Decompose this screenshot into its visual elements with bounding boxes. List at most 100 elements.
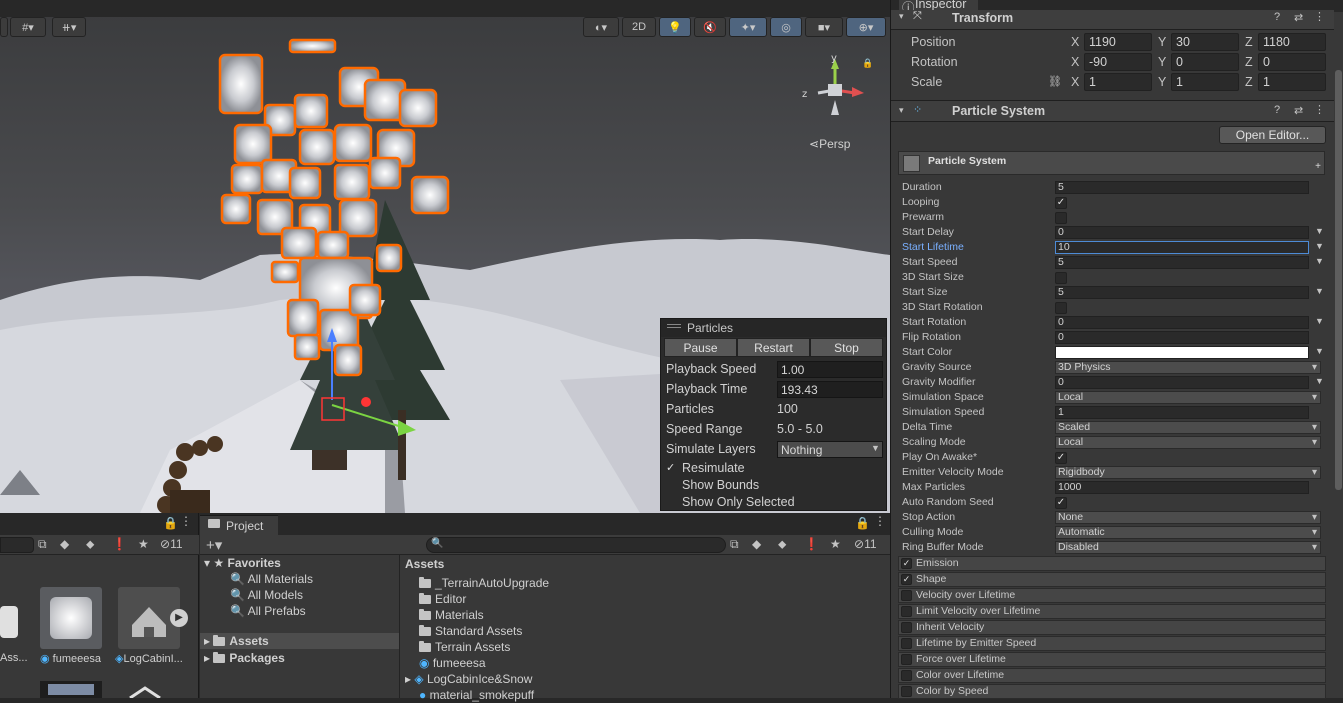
audio-toggle-button[interactable]: 🔇 <box>694 17 726 37</box>
favorite-item[interactable]: 🔍 All Models <box>230 587 303 603</box>
module-checkbox[interactable]: ✓ <box>901 574 912 585</box>
chevron-down-icon[interactable]: ▼ <box>1315 241 1324 251</box>
effects-toggle-button[interactable]: ✦▾ <box>729 17 767 37</box>
increment-snap-button[interactable]: ⧺▾ <box>52 17 86 37</box>
list-item[interactable]: Materials <box>419 607 484 623</box>
module-row[interactable]: ✓ Shape <box>898 572 1326 587</box>
property-dropdown[interactable]: None <box>1055 511 1321 524</box>
assets-breadcrumb[interactable]: Assets <box>405 556 444 572</box>
position-x-field[interactable]: 1190 <box>1084 33 1152 51</box>
hidden-count-icon[interactable]: ⊘11 <box>854 537 877 551</box>
chevron-down-icon[interactable]: ▼ <box>1315 256 1324 266</box>
resimulate-toggle[interactable]: ✓ Resimulate <box>666 460 745 477</box>
property-field[interactable]: 5 <box>1055 256 1309 269</box>
scene-search-icon[interactable]: ⧉ <box>38 537 47 552</box>
chevron-down-icon[interactable]: ▼ <box>1315 376 1324 386</box>
property-dropdown[interactable]: Automatic <box>1055 526 1321 539</box>
warning-icon[interactable]: ❗ <box>804 537 819 551</box>
label-icon[interactable]: ⬥ <box>778 537 786 552</box>
module-checkbox[interactable] <box>901 638 912 649</box>
module-checkbox[interactable] <box>901 686 912 697</box>
project-search-input[interactable]: 🔍 <box>426 537 726 553</box>
projection-toggle[interactable]: ⋖Persp <box>809 137 850 151</box>
list-item[interactable]: ▸ ◈ LogCabinIce&Snow <box>405 671 532 687</box>
camera-settings-button[interactable]: ■▾ <box>805 17 843 37</box>
favorite-item[interactable]: 🔍 All Materials <box>230 571 313 587</box>
property-field[interactable]: 5 <box>1055 181 1309 194</box>
menu-icon[interactable]: ⋮ <box>1314 103 1325 116</box>
module-checkbox[interactable] <box>901 590 912 601</box>
property-field[interactable]: 10 <box>1055 241 1309 254</box>
preset-icon[interactable]: ⇄ <box>1294 11 1303 24</box>
menu-icon[interactable]: ⋮ <box>874 514 886 528</box>
grid-snap-button[interactable]: #▾ <box>10 17 46 37</box>
property-checkbox[interactable] <box>1055 302 1067 314</box>
draw-mode-button[interactable]: ◐▾ <box>583 17 619 37</box>
scale-x-field[interactable]: 1 <box>1084 73 1152 91</box>
module-checkbox[interactable] <box>901 670 912 681</box>
packages-root-node[interactable]: ▸ Packages <box>204 650 285 666</box>
add-button[interactable]: +▾ <box>206 536 222 554</box>
particle-system-module-header[interactable]: Particle System + <box>898 151 1325 175</box>
rotation-y-field[interactable]: 0 <box>1171 53 1239 71</box>
property-field[interactable]: 1000 <box>1055 481 1309 494</box>
module-row[interactable]: Inherit Velocity <box>898 620 1326 635</box>
particle-system-header[interactable]: ▾ ⁘ Particle System ? ⇄ ⋮ <box>891 100 1334 122</box>
asset-thumbnail[interactable] <box>0 606 18 638</box>
warning-icon[interactable]: ❗ <box>112 537 127 551</box>
module-row[interactable]: ✓ Emission <box>898 556 1326 571</box>
filter-type-icon[interactable]: ◆ <box>60 537 69 551</box>
restart-button[interactable]: Restart <box>737 338 810 357</box>
property-dropdown[interactable]: Scaled <box>1055 421 1321 434</box>
filter-type-icon[interactable]: ◆ <box>752 537 761 551</box>
scale-z-field[interactable]: 1 <box>1258 73 1326 91</box>
property-checkbox[interactable] <box>1055 212 1067 224</box>
lighting-toggle-button[interactable]: 💡 <box>659 17 691 37</box>
stop-button[interactable]: Stop <box>810 338 883 357</box>
favorites-node[interactable]: ▾ ★ Favorites <box>204 555 281 571</box>
property-checkbox[interactable] <box>1055 272 1067 284</box>
tool-handle-button[interactable] <box>0 17 8 37</box>
transform-header[interactable]: ▾ ⤧ Transform ? ⇄ ⋮ <box>891 10 1334 30</box>
toggle-2d-button[interactable]: 2D <box>622 17 656 37</box>
position-z-field[interactable]: 1180 <box>1258 33 1326 51</box>
module-row[interactable]: Color over Lifetime <box>898 668 1326 683</box>
rotation-x-field[interactable]: -90 <box>1084 53 1152 71</box>
unity-icon[interactable] <box>120 683 170 700</box>
module-checkbox[interactable] <box>901 606 912 617</box>
property-field[interactable]: 0 <box>1055 316 1309 329</box>
scale-y-field[interactable]: 1 <box>1171 73 1239 91</box>
chevron-down-icon[interactable]: ▼ <box>1315 286 1324 296</box>
property-field[interactable]: 0 <box>1055 331 1309 344</box>
property-checkbox[interactable]: ✓ <box>1055 497 1067 509</box>
simulate-layers-dropdown[interactable]: Nothing <box>777 441 883 458</box>
module-checkbox[interactable] <box>901 654 912 665</box>
pause-button[interactable]: Pause <box>664 338 737 357</box>
list-item[interactable]: Editor <box>419 591 466 607</box>
fumeeesa-thumbnail[interactable] <box>40 587 102 649</box>
list-item[interactable]: ◉ fumeeesa <box>419 655 486 671</box>
property-field[interactable]: 5 <box>1055 286 1309 299</box>
module-row[interactable]: Lifetime by Emitter Speed <box>898 636 1326 651</box>
lock-icon[interactable]: 🔒 <box>855 516 870 530</box>
gizmos-button[interactable]: ⊕▾ <box>846 17 886 37</box>
lock-icon[interactable]: 🔒 <box>862 58 873 69</box>
scene-search-icon[interactable]: ⧉ <box>730 537 739 552</box>
play-icon[interactable]: ▶ <box>170 609 188 627</box>
property-field[interactable]: 0 <box>1055 226 1309 239</box>
property-checkbox[interactable]: ✓ <box>1055 452 1067 464</box>
add-icon[interactable]: + <box>1315 161 1321 172</box>
preset-icon[interactable]: ⇄ <box>1294 104 1303 117</box>
constrain-proportions-icon[interactable]: ⛓ <box>1048 75 1062 88</box>
rotation-z-field[interactable]: 0 <box>1258 53 1326 71</box>
open-editor-button[interactable]: Open Editor... <box>1219 126 1326 144</box>
playback-time-field[interactable]: 193.43 <box>777 381 883 398</box>
star-icon[interactable]: ★ <box>138 537 149 551</box>
hidden-objects-toggle-button[interactable]: ◎ <box>770 17 802 37</box>
menu-icon[interactable]: ⋮ <box>1314 10 1325 23</box>
assets-root-node[interactable]: ▸ Assets <box>200 633 399 649</box>
property-dropdown[interactable]: Local <box>1055 436 1321 449</box>
hidden-count-icon[interactable]: ⊘11 <box>160 537 183 551</box>
star-icon[interactable]: ★ <box>830 537 841 551</box>
module-checkbox[interactable] <box>901 622 912 633</box>
